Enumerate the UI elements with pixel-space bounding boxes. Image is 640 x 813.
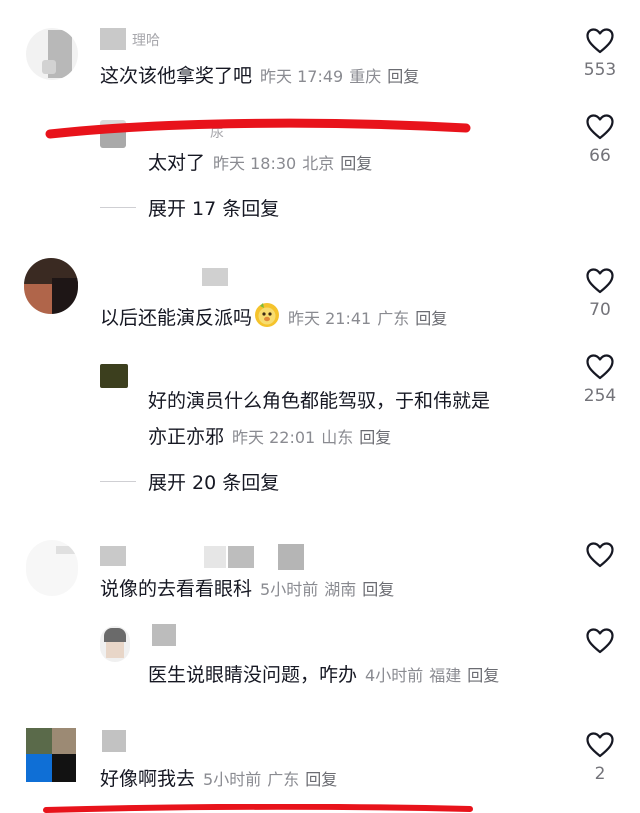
avatar[interactable] xyxy=(26,540,78,596)
red-annotation-stroke xyxy=(45,118,471,139)
reply-button[interactable]: 回复 xyxy=(387,67,419,86)
like-button[interactable]: 553 xyxy=(578,28,622,80)
location: 湖南 xyxy=(324,580,357,599)
avatar[interactable] xyxy=(100,364,128,388)
comment-text: 医生说眼睛没问题，咋办 4小时前 福建 回复 xyxy=(148,664,500,686)
username-fragment: 理哈 xyxy=(132,33,160,49)
like-count: 66 xyxy=(589,146,611,166)
comment-text: 太对了 昨天 18:30 北京 回复 xyxy=(148,152,373,174)
like-button[interactable]: 70 xyxy=(578,268,622,320)
timestamp: 昨天 18:30 xyxy=(213,154,297,173)
like-count: 70 xyxy=(589,300,611,320)
location: 广东 xyxy=(377,309,410,328)
like-button[interactable] xyxy=(578,628,622,654)
heart-outline-icon xyxy=(586,354,614,380)
like-count: 553 xyxy=(583,60,617,80)
reply-button[interactable]: 回复 xyxy=(362,580,394,599)
comment-text: 好的演员什么角色都能驾驭，于和伟就是 xyxy=(148,390,491,412)
avatar[interactable] xyxy=(26,728,76,782)
username-mask[interactable] xyxy=(228,546,254,568)
like-button[interactable] xyxy=(578,542,622,568)
username-mask[interactable] xyxy=(202,268,228,286)
reply-button[interactable]: 回复 xyxy=(359,428,391,447)
comment-text: 说像的去看看眼科 5小时前 湖南 回复 xyxy=(100,578,395,600)
username-mask[interactable] xyxy=(152,624,176,646)
reply-button[interactable]: 回复 xyxy=(467,666,499,685)
reply-button[interactable]: 回复 xyxy=(305,770,337,789)
like-button[interactable]: 254 xyxy=(574,354,626,406)
divider xyxy=(100,207,136,208)
heart-outline-icon xyxy=(586,628,614,654)
location: 山东 xyxy=(321,428,354,447)
username-mask[interactable] xyxy=(278,544,304,570)
comment-text: 好像啊我去 5小时前 广东 回复 xyxy=(100,768,338,790)
like-button[interactable]: 2 xyxy=(578,732,622,784)
comment-text-continued: 亦正亦邪 昨天 22:01 山东 回复 xyxy=(148,426,392,448)
timestamp: 5小时前 xyxy=(203,770,262,789)
avatar[interactable] xyxy=(100,626,130,662)
expand-replies-button[interactable]: 展开 20 条回复 xyxy=(100,468,279,495)
location: 广东 xyxy=(267,770,300,789)
location: 福建 xyxy=(429,666,462,685)
location: 北京 xyxy=(302,154,335,173)
username-mask[interactable] xyxy=(100,28,126,50)
expand-replies-button[interactable]: 展开 17 条回复 xyxy=(100,194,279,221)
reply-button[interactable]: 回复 xyxy=(415,309,447,328)
like-count: 2 xyxy=(594,764,606,784)
heart-outline-icon xyxy=(586,732,614,758)
avatar[interactable] xyxy=(24,258,78,314)
comment-text: 以后还能演反派吗 昨天 21:41 广东 回复 xyxy=(100,302,453,332)
like-button[interactable]: 66 xyxy=(578,114,622,166)
divider xyxy=(100,481,136,482)
heart-outline-icon xyxy=(586,268,614,294)
like-count: 254 xyxy=(583,386,617,406)
heart-outline-icon xyxy=(586,542,614,568)
username-mask[interactable] xyxy=(204,546,226,568)
timestamp: 4小时前 xyxy=(365,666,424,685)
lion-face-emoji xyxy=(255,303,280,327)
reply-button[interactable]: 回复 xyxy=(340,154,372,173)
comment-text: 这次该他拿奖了吧 昨天 17:49 重庆 回复 xyxy=(100,65,420,87)
heart-outline-icon xyxy=(586,114,614,140)
timestamp: 昨天 21:41 xyxy=(288,309,372,328)
red-annotation-stroke xyxy=(43,804,473,813)
timestamp: 5小时前 xyxy=(260,580,319,599)
heart-outline-icon xyxy=(586,28,614,54)
username-mask[interactable] xyxy=(102,730,126,752)
location: 重庆 xyxy=(349,67,382,86)
timestamp: 昨天 17:49 xyxy=(260,67,344,86)
timestamp: 昨天 22:01 xyxy=(232,428,316,447)
username-mask[interactable] xyxy=(100,546,126,566)
avatar[interactable] xyxy=(26,28,78,80)
